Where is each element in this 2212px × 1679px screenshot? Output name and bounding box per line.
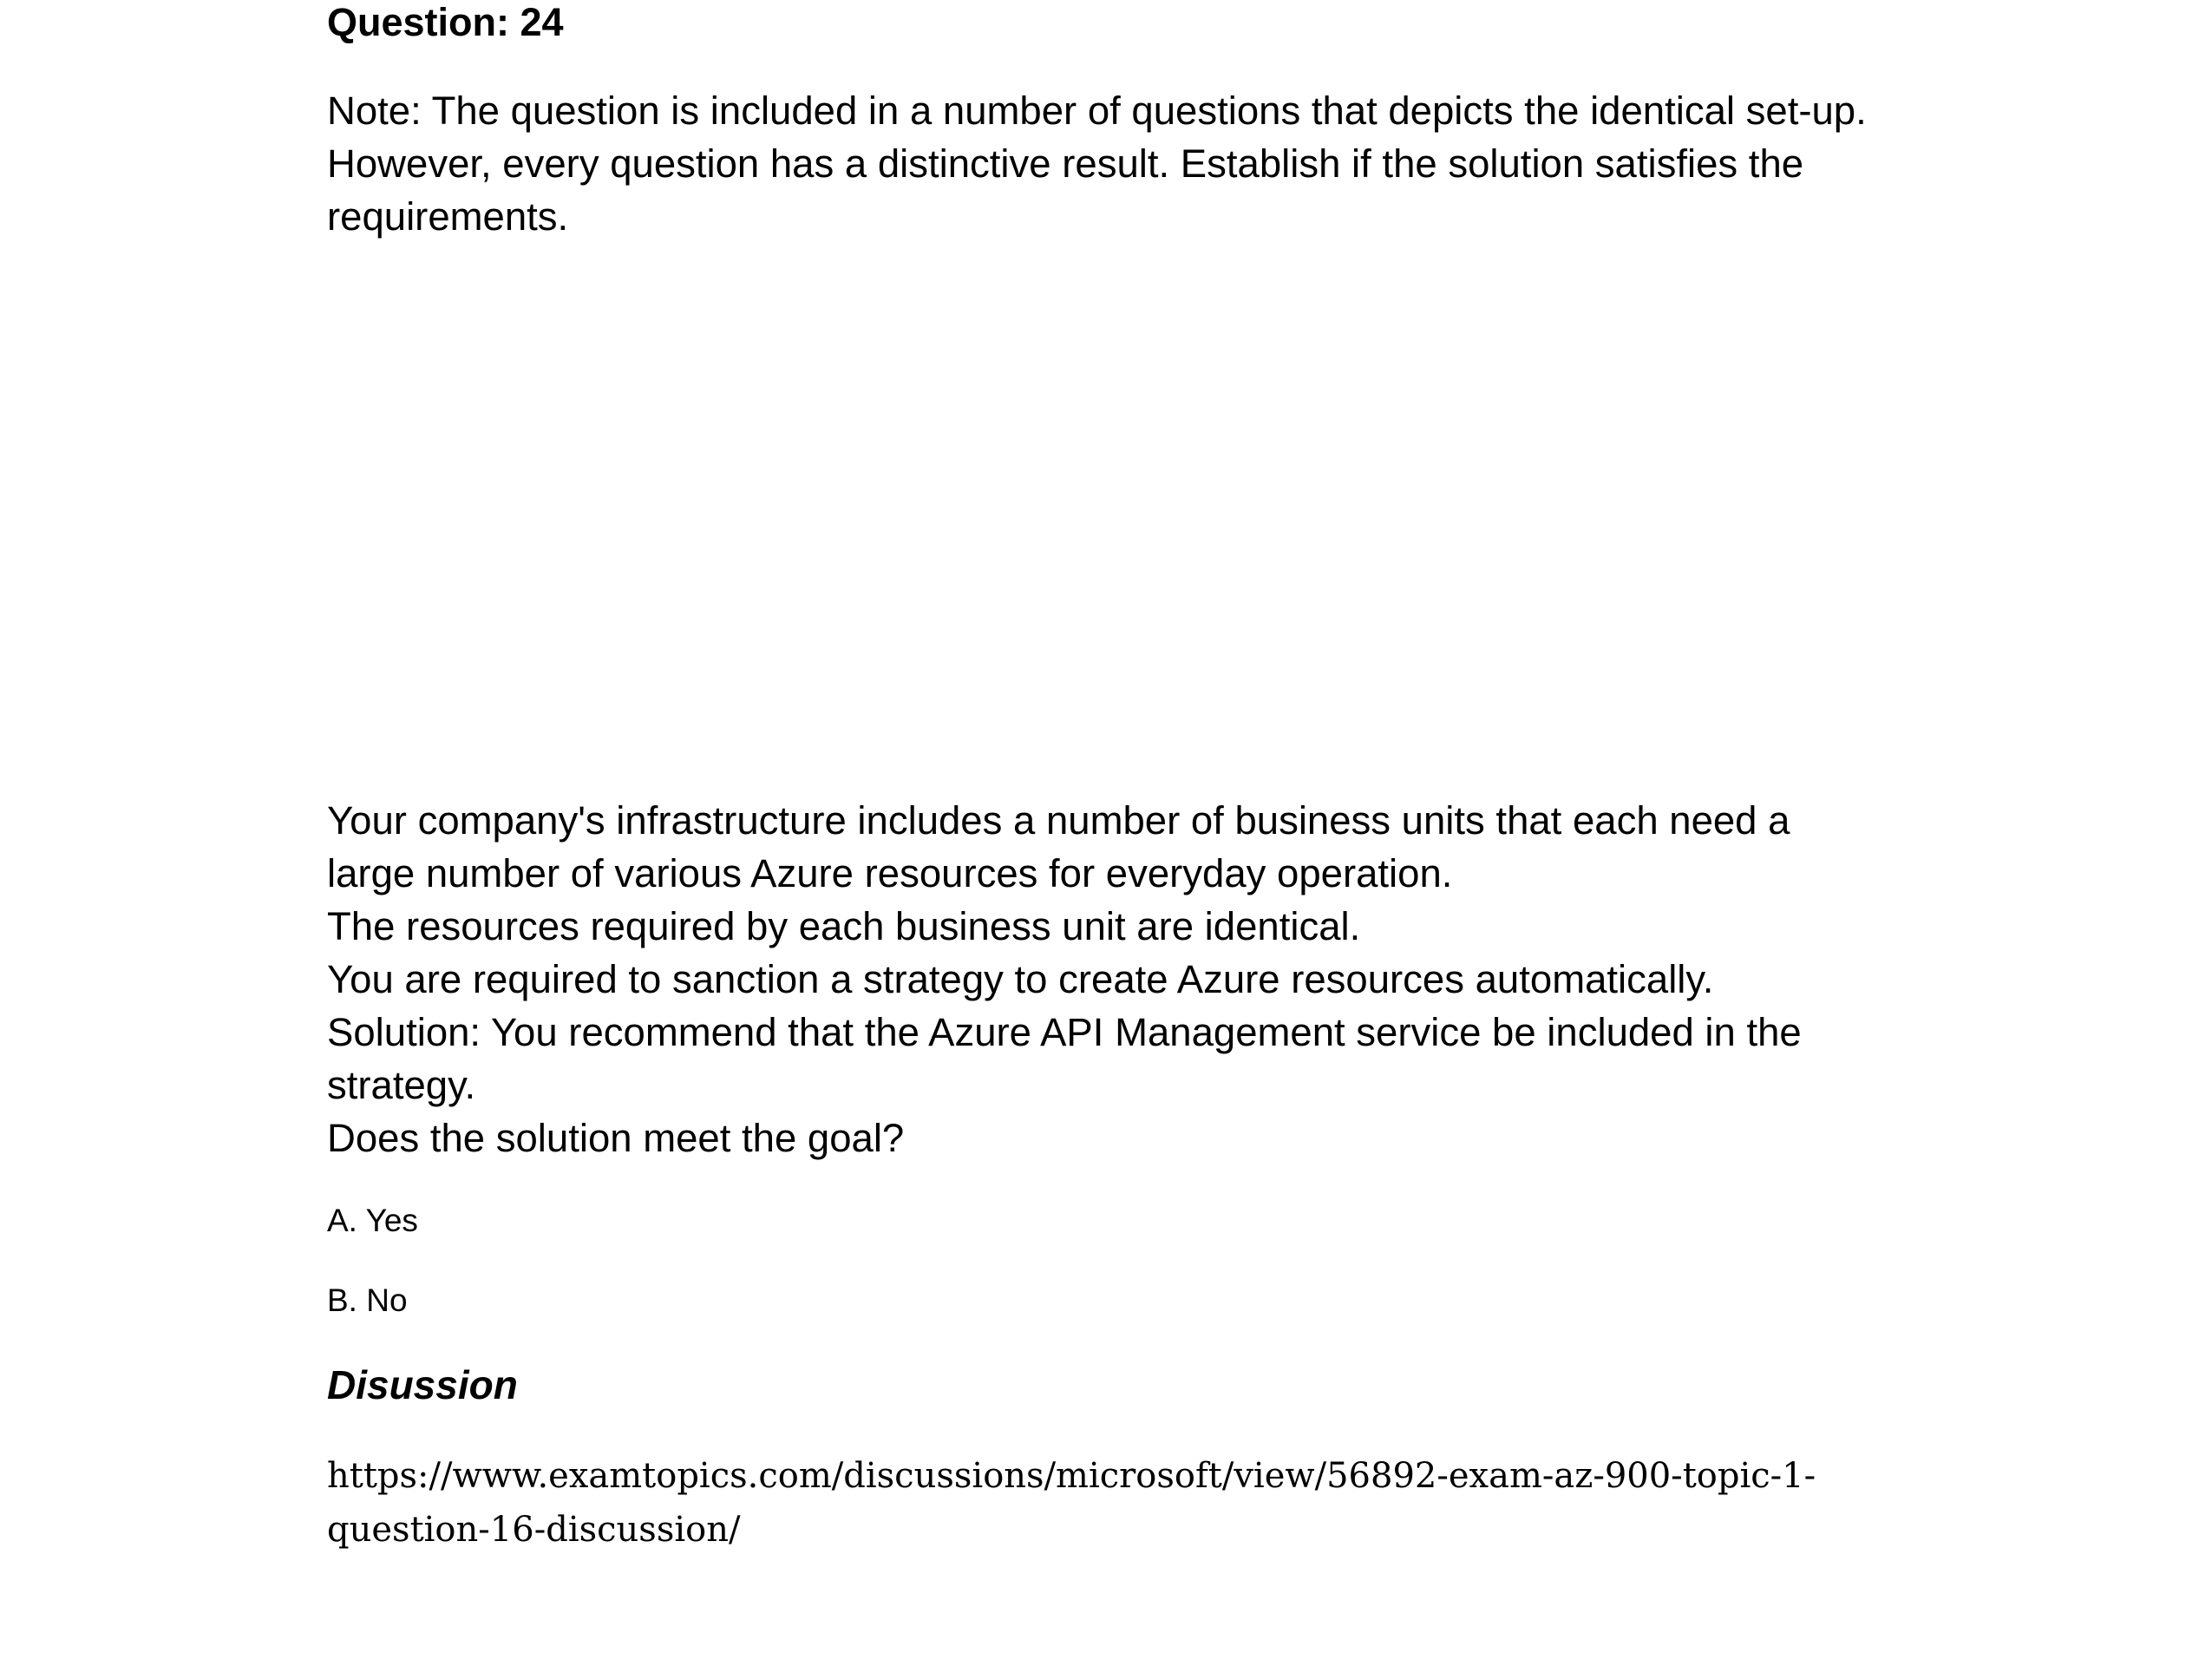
- answer-option-b: B. No: [327, 1282, 408, 1318]
- note-line: However, every question has a distinctiv…: [327, 141, 1804, 186]
- question-title: Question: 24: [327, 0, 564, 44]
- scenario-line: You are required to sanction a strategy …: [327, 957, 1714, 1001]
- scenario-line: strategy.: [327, 1063, 476, 1107]
- discussion-heading: Disussion: [327, 1362, 518, 1407]
- discussion-link-line: https://www.examtopics.com/discussions/m…: [327, 1456, 1816, 1496]
- discussion-link: https://www.examtopics.com/discussions/m…: [327, 1449, 2149, 1557]
- scenario-line: The resources required by each business …: [327, 904, 1361, 948]
- scenario-paragraph: Your company's infrastructure includes a…: [327, 794, 2149, 1164]
- document-page: Question: 24 Note: The question is inclu…: [0, 0, 2212, 1679]
- note-line: Note: The question is included in a numb…: [327, 89, 1867, 133]
- scenario-line: Does the solution meet the goal?: [327, 1116, 905, 1160]
- note-line: requirements.: [327, 194, 569, 239]
- discussion-link-line: question-16-discussion/: [327, 1510, 741, 1550]
- scenario-line: large number of various Azure resources …: [327, 851, 1453, 895]
- note-paragraph: Note: The question is included in a numb…: [327, 84, 2149, 243]
- answer-option-a: A. Yes: [327, 1203, 418, 1238]
- scenario-line: Your company's infrastructure includes a…: [327, 798, 1790, 843]
- scenario-line: Solution: You recommend that the Azure A…: [327, 1010, 1802, 1054]
